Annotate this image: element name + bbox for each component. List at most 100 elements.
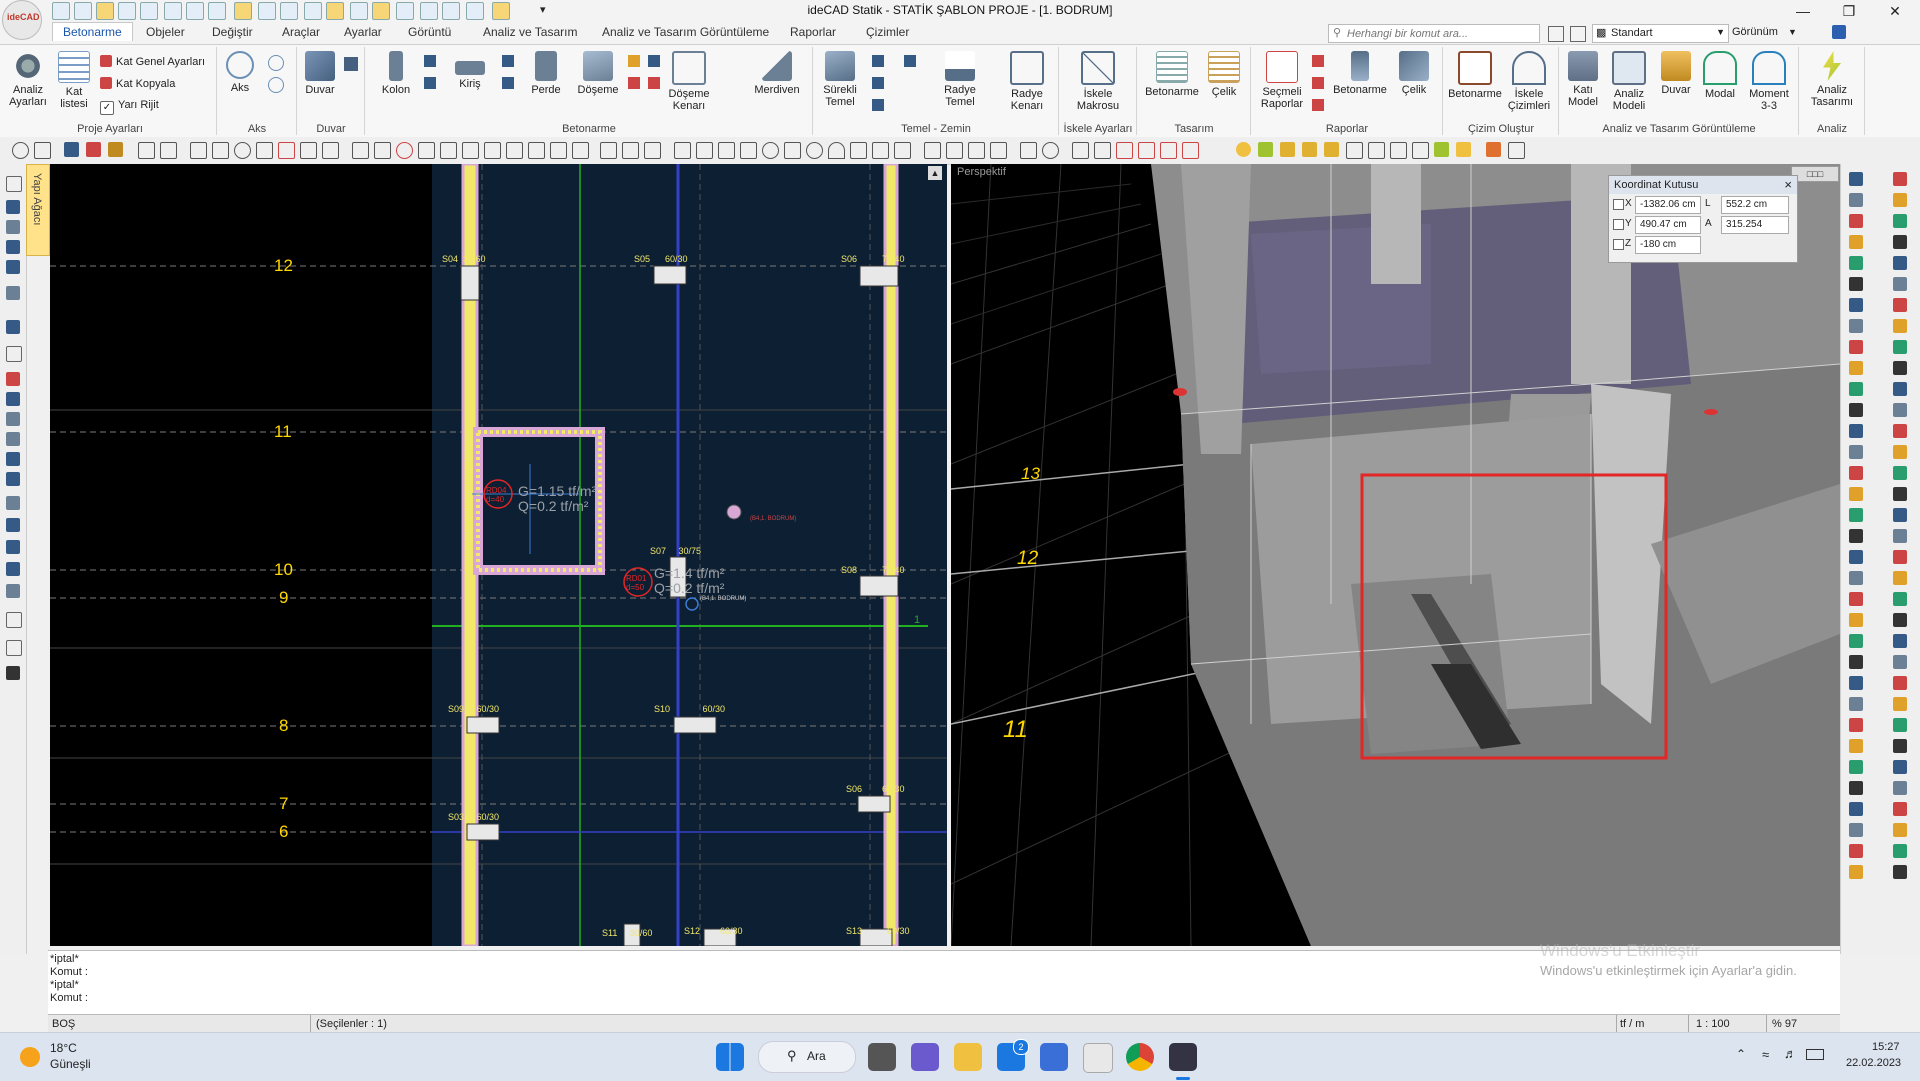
column-tool-icon[interactable] [424, 55, 436, 67]
taskbar-search[interactable]: ⚲ Ara [758, 1041, 856, 1073]
right-tool-icon[interactable] [1849, 739, 1863, 753]
image-icon[interactable] [674, 142, 691, 159]
kati-model-button[interactable]: Katı Model [1562, 51, 1604, 108]
zoom-icon[interactable] [12, 142, 29, 159]
tab-analiz-tasarim[interactable]: Analiz ve Tasarım [483, 25, 577, 39]
right-tool-icon[interactable] [1849, 697, 1863, 711]
merdiven-button[interactable]: Merdiven [752, 51, 802, 96]
wifi-icon[interactable]: ≈ [1762, 1047, 1769, 1062]
lock-z-checkbox[interactable] [1613, 239, 1624, 250]
footing-tool2-icon[interactable] [872, 77, 884, 89]
erase-icon[interactable] [160, 142, 177, 159]
radye-temel-button[interactable]: Radye Temel [938, 51, 982, 108]
right-tool-icon[interactable] [1893, 487, 1907, 501]
right-tool-icon[interactable] [1893, 340, 1907, 354]
moment-button[interactable]: Moment 3-3 [1744, 51, 1794, 112]
search-box[interactable]: ⚲ [1328, 24, 1540, 43]
right-tool-icon[interactable] [1893, 739, 1907, 753]
help-icon[interactable] [1832, 25, 1846, 39]
command-prompt[interactable]: Komut : [50, 992, 88, 1004]
snap-polar-icon[interactable] [1116, 142, 1133, 159]
chat-icon[interactable] [911, 1043, 939, 1071]
move-icon[interactable] [190, 142, 207, 159]
pen-icon[interactable] [86, 142, 101, 157]
right-tool-icon[interactable] [1849, 277, 1863, 291]
aks-button[interactable]: Aks [222, 51, 258, 94]
right-tool-icon[interactable] [1849, 823, 1863, 837]
binoculars-icon[interactable] [6, 666, 20, 680]
right-tool-icon[interactable] [1893, 319, 1907, 333]
view-top-icon[interactable] [924, 142, 941, 159]
fillet-icon[interactable] [440, 142, 457, 159]
axis-tool-icon[interactable] [268, 55, 284, 71]
chart3-icon[interactable] [1390, 142, 1407, 159]
right-tool-icon[interactable] [1849, 340, 1863, 354]
view-side-icon[interactable] [990, 142, 1007, 159]
right-tool-icon[interactable] [1849, 844, 1863, 858]
file-explorer-icon[interactable] [954, 1043, 982, 1071]
tab-araclar[interactable]: Araçlar [282, 25, 320, 39]
leader-icon[interactable] [850, 142, 867, 159]
right-tool-icon[interactable] [1893, 571, 1907, 585]
right-tool-icon[interactable] [1849, 445, 1863, 459]
left-tool-1-icon[interactable] [6, 176, 22, 192]
beam-tool2-icon[interactable] [502, 77, 514, 89]
kat-listesi-button[interactable]: Kat listesi [54, 51, 94, 110]
pan-icon[interactable] [1020, 142, 1037, 159]
tab-goruntu[interactable]: Görüntü [408, 25, 451, 39]
status-zoom[interactable]: % 97 [1772, 1018, 1797, 1030]
idecad-taskbar-icon[interactable] [1169, 1043, 1197, 1071]
store-icon[interactable] [1083, 1043, 1113, 1073]
duvar-button[interactable]: Duvar [302, 51, 338, 96]
chrome-icon[interactable] [1126, 1043, 1154, 1071]
beam-tool-icon[interactable] [502, 55, 514, 67]
right-tool-icon[interactable] [1893, 865, 1907, 879]
coordinate-box-close-button[interactable]: × [1784, 177, 1792, 192]
layer-color-icon[interactable] [1486, 142, 1501, 157]
chart2-icon[interactable] [1368, 142, 1385, 159]
tab-raporlar[interactable]: Raporlar [790, 25, 836, 39]
explode-icon[interactable] [322, 142, 339, 159]
chart5-icon[interactable] [1434, 142, 1449, 157]
l-field[interactable]: 552.2 cm [1721, 196, 1789, 214]
right-tool-icon[interactable] [1849, 718, 1863, 732]
right-tool-icon[interactable] [1849, 634, 1863, 648]
left-tool-13-icon[interactable] [6, 452, 20, 466]
break-icon[interactable] [484, 142, 501, 159]
a-field[interactable]: 315.254 [1721, 216, 1789, 234]
rapor-betonarme-button[interactable]: Betonarme [1332, 51, 1388, 96]
right-tool-icon[interactable] [1849, 781, 1863, 795]
kat-kopyala-button[interactable]: Kat Kopyala [100, 77, 175, 90]
structure-tree-tab[interactable]: Yapı Ağacı [26, 164, 50, 256]
right-tool-icon[interactable] [1893, 361, 1907, 375]
right-tool-icon[interactable] [1893, 466, 1907, 480]
footing-tool4-icon[interactable] [904, 55, 916, 67]
extend-tool-icon[interactable] [374, 142, 391, 159]
chart-icon[interactable] [1346, 142, 1363, 159]
material-icon[interactable] [1324, 142, 1339, 157]
right-tool-icon[interactable] [1893, 445, 1907, 459]
left-tool-7-icon[interactable] [6, 320, 20, 334]
right-tool-icon[interactable] [1893, 655, 1907, 669]
light-icon[interactable] [1302, 142, 1317, 157]
shade-icon[interactable] [1280, 142, 1295, 157]
right-tool-icon[interactable] [1893, 214, 1907, 228]
right-tool-icon[interactable] [1849, 655, 1863, 669]
style-select[interactable]: ▩ Standart ▼ [1592, 24, 1729, 43]
left-tool-10-icon[interactable] [6, 392, 20, 406]
hatch-icon[interactable] [600, 142, 617, 159]
iskele-cizimleri-button[interactable]: İskele Çizimleri [1504, 51, 1554, 112]
left-tool-17-icon[interactable] [6, 540, 20, 554]
right-tool-icon[interactable] [1893, 508, 1907, 522]
rectangle-icon[interactable] [784, 142, 801, 159]
lock-y-checkbox[interactable] [1613, 219, 1624, 230]
right-tool-icon[interactable] [1849, 571, 1863, 585]
right-tool-icon[interactable] [1849, 424, 1863, 438]
secmeli-raporlar-button[interactable]: Seçmeli Raporlar [1256, 51, 1308, 110]
left-tool-11-icon[interactable] [6, 412, 20, 426]
right-tool-icon[interactable] [1849, 298, 1863, 312]
right-tool-icon[interactable] [1849, 214, 1863, 228]
scale-icon[interactable] [278, 142, 295, 159]
right-tool-icon[interactable] [1849, 172, 1863, 186]
layer-manager-icon[interactable] [1548, 26, 1564, 42]
